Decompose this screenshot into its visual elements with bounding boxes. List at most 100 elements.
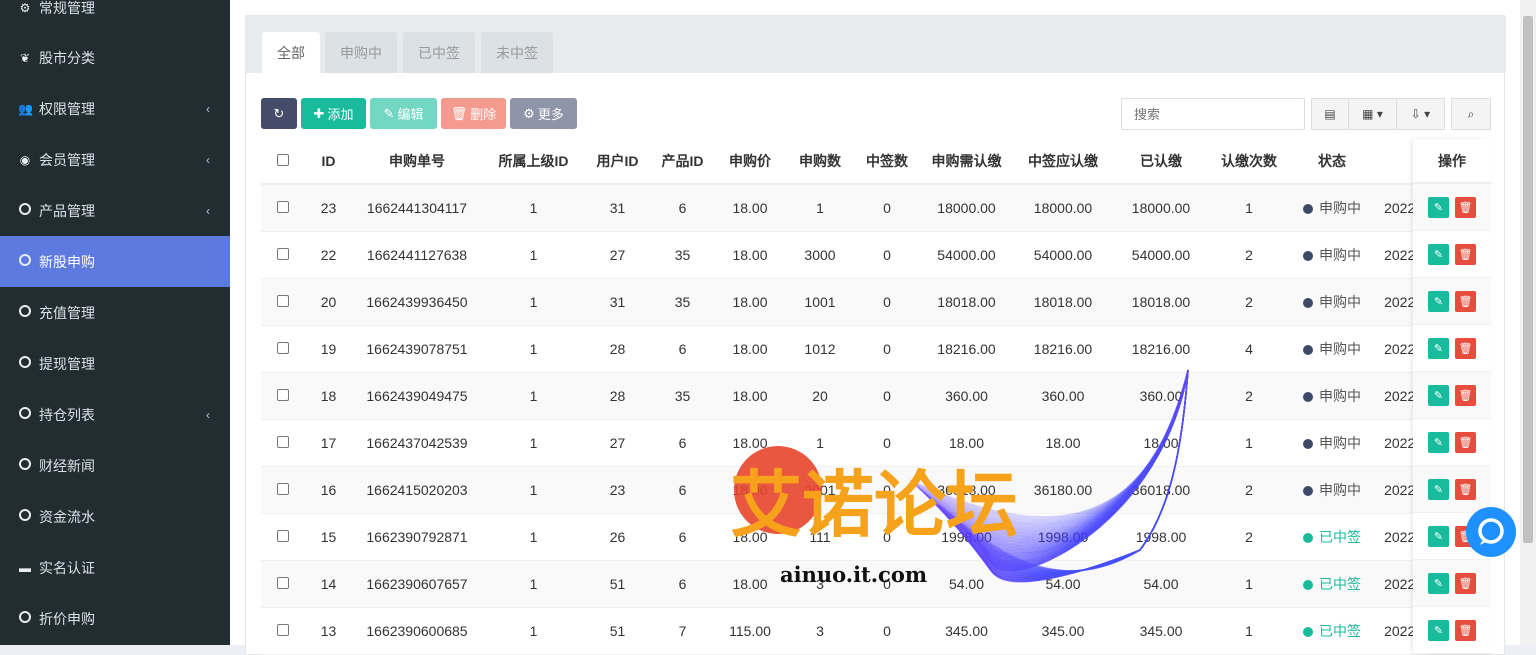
row-edit-button[interactable]: ✎: [1428, 337, 1449, 359]
column-header[interactable]: ID: [305, 139, 352, 185]
row-delete-button[interactable]: 🗑: [1455, 478, 1476, 500]
table-cell: 0: [855, 560, 919, 608]
delete-button[interactable]: 🗑 删除: [441, 98, 506, 129]
table-cell: 1001: [785, 278, 855, 326]
row-checkbox-cell[interactable]: [261, 513, 305, 561]
table-row[interactable]: 13 1662390600685 1 51 7 115.00 3 0 345.00 345.00 3…: [261, 607, 1428, 655]
row-delete-button[interactable]: 🗑: [1455, 572, 1476, 594]
sidebar-item-0[interactable]: ⚙常规管理new: [0, 0, 230, 33]
row-edit-button[interactable]: ✎: [1428, 243, 1449, 265]
export-button[interactable]: ⇩ ▾: [1396, 98, 1445, 130]
row-edit-button[interactable]: ✎: [1428, 478, 1449, 500]
column-header[interactable]: 申购数: [785, 139, 855, 185]
row-checkbox-cell[interactable]: [261, 231, 305, 279]
refresh-button[interactable]: ↻: [261, 98, 297, 129]
sidebar-item-1[interactable]: ❦ 股市分类: [0, 32, 230, 83]
row-checkbox-cell[interactable]: [261, 607, 305, 655]
row-edit-button[interactable]: ✎: [1428, 619, 1449, 641]
toggle-view-button[interactable]: ▤: [1311, 98, 1349, 130]
table-row[interactable]: 17 1662437042539 1 27 6 18.00 1 0 18.00 18.00 18.0…: [261, 419, 1428, 467]
row-checkbox[interactable]: [277, 294, 289, 307]
row-checkbox-cell[interactable]: [261, 325, 305, 373]
table-row[interactable]: 14 1662390607657 1 51 6 18.00 3 0 54.00 54.00 54.0…: [261, 560, 1428, 608]
column-header[interactable]: 中签应认缴: [1014, 139, 1112, 185]
row-checkbox[interactable]: [277, 482, 289, 495]
sidebar-item-5[interactable]: 新股申购: [0, 236, 230, 287]
column-header[interactable]: 申购需认缴: [919, 139, 1014, 185]
table-row[interactable]: 23 1662441304117 1 31 6 18.00 1 0 18000.00 18000.…: [261, 184, 1428, 232]
column-header[interactable]: 所属上级ID: [482, 139, 585, 185]
row-delete-button[interactable]: 🗑: [1455, 243, 1476, 265]
table-cell: 申购中: [1288, 231, 1376, 279]
row-edit-button[interactable]: ✎: [1428, 384, 1449, 406]
table-row[interactable]: 15 1662390792871 1 26 6 18.00 111 0 1998.00 1998.…: [261, 513, 1428, 561]
columns-button[interactable]: ▦ ▾: [1348, 98, 1397, 130]
row-checkbox[interactable]: [277, 247, 289, 260]
table-cell: 0: [855, 513, 919, 561]
row-checkbox[interactable]: [277, 200, 289, 213]
table-row[interactable]: 22 1662441127638 1 27 35 18.00 3000 0 54000.00 54…: [261, 231, 1428, 279]
table-cell: 6: [650, 325, 715, 373]
sidebar-item-7[interactable]: 提现管理: [0, 338, 230, 389]
sidebar-item-4[interactable]: 产品管理 ‹: [0, 185, 230, 236]
sidebar-item-8[interactable]: 持仓列表 ‹: [0, 389, 230, 440]
scrollbar-thumb[interactable]: [1523, 16, 1533, 543]
tab-all[interactable]: 全部: [262, 32, 320, 73]
row-delete-button[interactable]: 🗑: [1455, 384, 1476, 406]
row-checkbox-cell[interactable]: [261, 278, 305, 326]
column-header[interactable]: 申购单号: [352, 139, 482, 185]
row-delete-button[interactable]: 🗑: [1455, 337, 1476, 359]
table-row[interactable]: 18 1662439049475 1 28 35 18.00 20 0 360.00 360.00…: [261, 372, 1428, 420]
add-button[interactable]: ✚ 添加: [301, 98, 366, 129]
row-checkbox[interactable]: [277, 435, 289, 448]
more-button[interactable]: ⚙ 更多: [510, 98, 577, 129]
search-input[interactable]: [1121, 98, 1305, 130]
table-row[interactable]: 20 1662439936450 1 31 35 18.00 1001 0 18018.00 18…: [261, 278, 1428, 326]
tab-applying[interactable]: 申购中: [325, 32, 397, 73]
column-header[interactable]: 认缴次数: [1210, 139, 1288, 185]
row-edit-button[interactable]: ✎: [1428, 290, 1449, 312]
table-row[interactable]: 16 1662415020203 1 23 6 18.00 2001 0 36018.00 361…: [261, 466, 1428, 514]
column-header[interactable]: 申购价: [715, 139, 785, 185]
row-checkbox[interactable]: [277, 388, 289, 401]
select-all-checkbox-cell[interactable]: [261, 139, 305, 185]
select-all-checkbox[interactable]: [277, 154, 289, 166]
row-checkbox-cell[interactable]: [261, 466, 305, 514]
row-checkbox-cell[interactable]: [261, 419, 305, 467]
row-edit-button[interactable]: ✎: [1428, 525, 1449, 547]
row-checkbox[interactable]: [277, 529, 289, 542]
search-button[interactable]: ⌕: [1451, 98, 1491, 130]
column-header[interactable]: 已认缴: [1112, 139, 1210, 185]
row-checkbox[interactable]: [277, 341, 289, 354]
table-cell: 0: [855, 278, 919, 326]
row-checkbox-cell[interactable]: [261, 184, 305, 232]
status-text: 申购中: [1319, 387, 1361, 404]
sidebar-item-6[interactable]: 充值管理: [0, 287, 230, 338]
chat-bubble-button[interactable]: [1466, 507, 1516, 557]
sidebar-item-11[interactable]: ▬ 实名认证: [0, 542, 230, 593]
sidebar-item-3[interactable]: ◉ 会员管理 ‹: [0, 134, 230, 185]
column-header[interactable]: 状态: [1288, 139, 1376, 185]
column-header[interactable]: 用户ID: [585, 139, 650, 185]
column-header[interactable]: 中签数: [855, 139, 919, 185]
table-row[interactable]: 19 1662439078751 1 28 6 18.00 1012 0 18216.00 182…: [261, 325, 1428, 373]
row-checkbox[interactable]: [277, 576, 289, 589]
row-checkbox-cell[interactable]: [261, 372, 305, 420]
sidebar-item-10[interactable]: 资金流水: [0, 491, 230, 542]
row-edit-button[interactable]: ✎: [1428, 572, 1449, 594]
sidebar-item-12[interactable]: 折价申购: [0, 593, 230, 644]
column-header[interactable]: 产品ID: [650, 139, 715, 185]
sidebar-item-2[interactable]: 👥 权限管理 ‹: [0, 83, 230, 134]
tab-not-won[interactable]: 未中签: [481, 32, 553, 73]
tab-won[interactable]: 已中签: [403, 32, 475, 73]
row-edit-button[interactable]: ✎: [1428, 196, 1449, 218]
row-delete-button[interactable]: 🗑: [1455, 619, 1476, 641]
edit-button[interactable]: ✎ 编辑: [370, 98, 437, 129]
row-delete-button[interactable]: 🗑: [1455, 290, 1476, 312]
sidebar-item-9[interactable]: 财经新闻: [0, 440, 230, 491]
row-checkbox[interactable]: [277, 623, 289, 636]
row-delete-button[interactable]: 🗑: [1455, 431, 1476, 453]
row-edit-button[interactable]: ✎: [1428, 431, 1449, 453]
row-delete-button[interactable]: 🗑: [1455, 196, 1476, 218]
row-checkbox-cell[interactable]: [261, 560, 305, 608]
